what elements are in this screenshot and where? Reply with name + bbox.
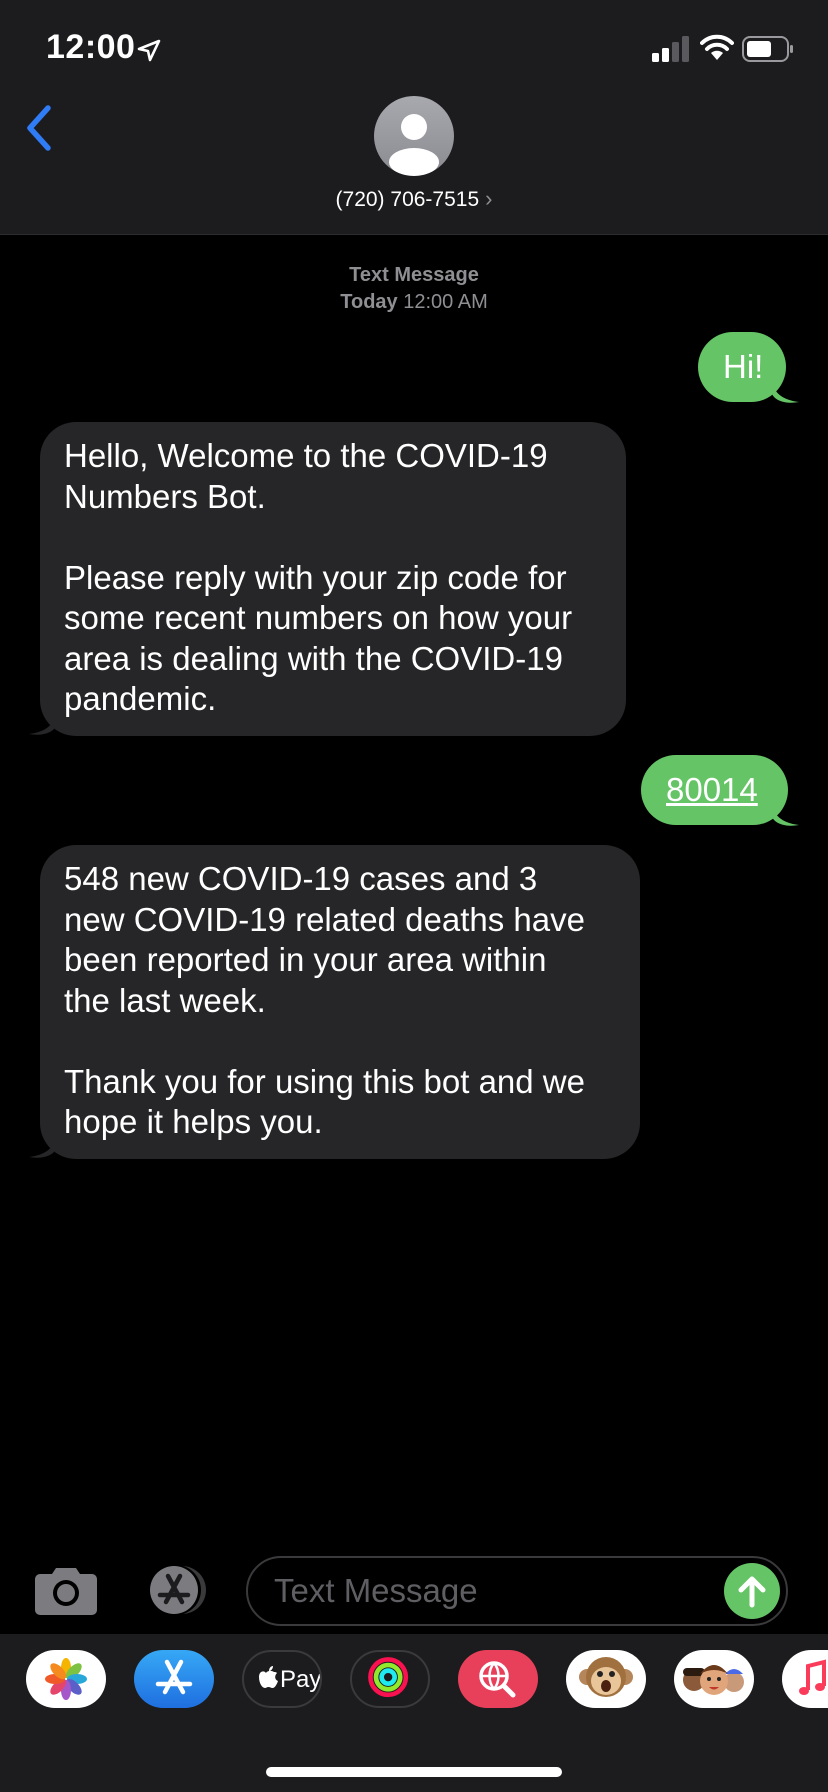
message-bubble-received[interactable]: Hello, Welcome to the COVID-19 Numbers B… (40, 422, 626, 736)
app-store-drawer-icon[interactable] (140, 1564, 212, 1616)
photos-flower-icon (45, 1658, 87, 1700)
memoji-faces-icon (683, 1665, 744, 1695)
web-images-app-icon[interactable] (458, 1650, 538, 1708)
contact-number: (720) 706-7515 (335, 188, 480, 211)
arrow-up-icon (738, 1576, 766, 1608)
battery-icon (742, 36, 793, 62)
home-indicator[interactable] (266, 1767, 562, 1777)
sent-bubble-tail (772, 378, 799, 403)
timestamp-time: 12:00 AM (403, 291, 488, 313)
received-bubble-tail (29, 1133, 56, 1158)
conversation-header: 12:00 (720) 706-7515 › (0, 0, 828, 235)
messages-screen: 12:00 (720) 706-7515 › Text Message Toda… (0, 0, 828, 1792)
cellular-signal-icon (652, 36, 689, 62)
conversation-timestamp: Text Message Today 12:00 AM (0, 262, 828, 316)
app-store-a-icon (155, 1659, 193, 1695)
contact-name[interactable]: (720) 706-7515 › (0, 186, 828, 212)
globe-search-icon (479, 1661, 516, 1698)
send-button[interactable] (724, 1563, 780, 1619)
music-note-icon (799, 1659, 826, 1695)
contact-avatar[interactable] (374, 96, 454, 176)
message-bubble-received[interactable]: 548 new COVID-19 cases and 3 new COVID-1… (40, 845, 640, 1159)
apple-pay-label: Pay (280, 1666, 322, 1693)
service-label: Text Message (349, 264, 479, 286)
message-bubble-sent-zip[interactable]: 80014 (641, 755, 788, 825)
camera-icon[interactable] (34, 1564, 98, 1616)
location-arrow-icon (137, 39, 161, 62)
person-silhouette-icon (389, 114, 439, 176)
activity-app-icon[interactable] (350, 1650, 430, 1708)
monkey-animoji-app-icon[interactable] (566, 1650, 646, 1708)
contact-chevron-icon: › (485, 186, 493, 211)
received-bubble-tail (29, 710, 56, 735)
app-store-app-icon[interactable] (134, 1650, 214, 1708)
monkey-face-icon (579, 1657, 633, 1697)
sent-bubble-tail (772, 801, 799, 826)
wifi-icon (700, 34, 734, 60)
photos-app-icon[interactable] (26, 1650, 106, 1708)
apple-pay-app-icon[interactable]: Pay (242, 1650, 322, 1708)
activity-rings-icon (368, 1657, 409, 1698)
timestamp-day: Today (340, 291, 398, 313)
zip-code-link[interactable]: 80014 (666, 771, 758, 808)
status-time: 12:00 (46, 28, 136, 66)
memoji-app-icon[interactable] (674, 1650, 754, 1708)
music-app-icon[interactable] (782, 1650, 828, 1708)
back-chevron-icon[interactable] (20, 100, 60, 156)
message-input[interactable] (246, 1556, 788, 1626)
